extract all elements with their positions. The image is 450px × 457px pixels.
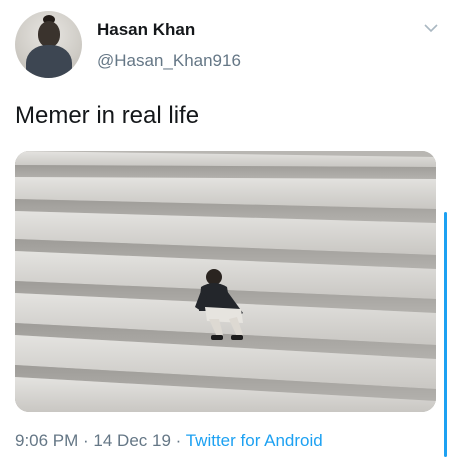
tweet-text: Memer in real life (15, 102, 200, 129)
avatar-head (38, 21, 60, 47)
tweet-card: Hasan Khan @Hasan_Khan916 Memer in real … (0, 0, 450, 457)
display-name[interactable]: Hasan Khan (97, 20, 195, 40)
tweet-time[interactable]: 9:06 PM (15, 431, 78, 450)
tweet-source-link[interactable]: Twitter for Android (186, 431, 323, 450)
tweet-meta: 9:06 PM · 14 Dec 19 · Twitter for Androi… (15, 431, 323, 451)
user-handle[interactable]: @Hasan_Khan916 (97, 51, 241, 71)
photo-scene (15, 151, 436, 412)
meta-separator: · (78, 431, 94, 450)
avatar-body (26, 45, 72, 78)
meta-separator: · (170, 431, 186, 450)
chevron-down-icon[interactable] (423, 22, 439, 34)
scrollbar[interactable] (444, 212, 447, 457)
tweet-photo[interactable] (15, 151, 436, 412)
tweet-date[interactable]: 14 Dec 19 (93, 431, 171, 450)
avatar[interactable] (15, 11, 82, 78)
